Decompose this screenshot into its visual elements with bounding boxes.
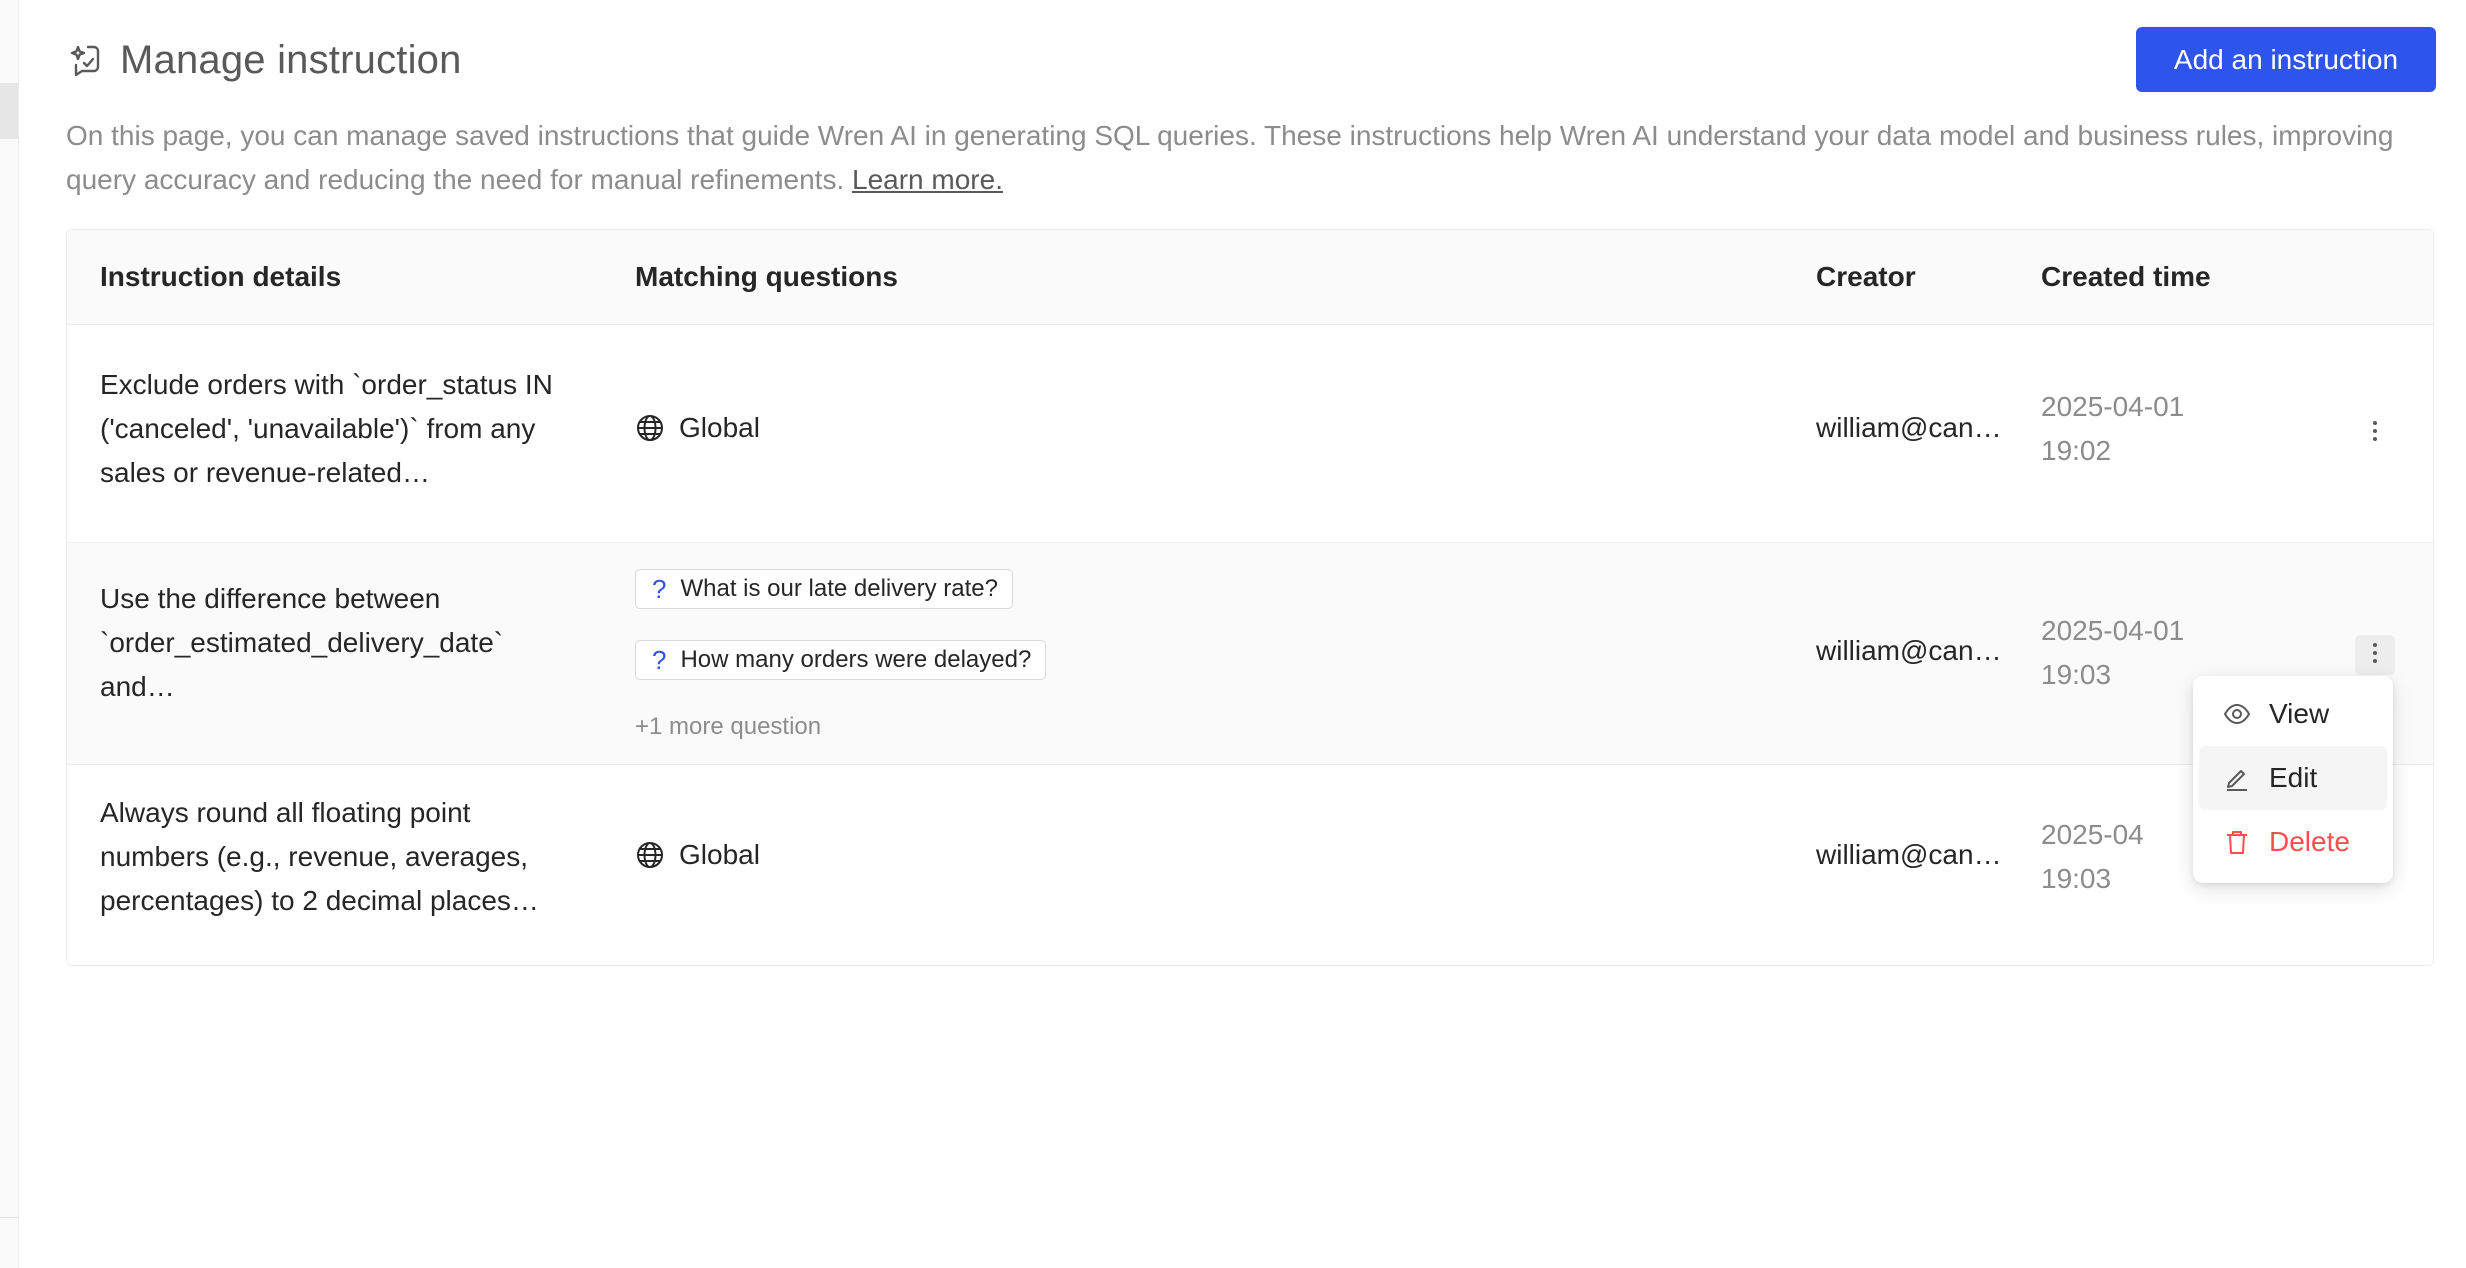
table-header: Instruction details Matching questions C… [67,230,2433,325]
created-clock: 19:02 [2041,435,2112,466]
menu-item-view[interactable]: View [2199,682,2387,746]
question-mark-icon: ? [652,644,667,675]
question-text: What is our late delivery rate? [680,575,998,602]
created-date: 2025-04-01 [2041,391,2185,422]
created-clock: 19:03 [2041,659,2112,690]
question-text: How many orders were delayed? [680,646,1032,673]
matching-question-tag[interactable]: ? What is our late delivery rate? [635,569,1013,609]
page-description-text: On this page, you can manage saved instr… [66,120,2394,195]
more-vertical-icon [2372,420,2378,447]
page-header: Manage instruction [66,28,462,92]
row-actions-button[interactable] [2355,413,2395,453]
table-row[interactable]: Always round all floating point numbers … [67,765,2433,965]
left-sidebar-rail [0,0,19,1268]
row-actions-button[interactable] [2355,635,2395,675]
creator-email: william@can… [1816,635,2002,666]
more-vertical-icon [2372,642,2378,669]
column-header-created-time[interactable]: Created time [2041,230,2211,324]
menu-item-delete[interactable]: Delete [2199,810,2387,874]
menu-item-label: Delete [2269,826,2350,857]
creator-email: william@can… [1816,839,2002,870]
created-time: 2025-04-01 19:03 [2041,609,2184,697]
scope-label: Global [679,839,760,870]
add-instruction-button[interactable]: Add an instruction [2136,27,2436,92]
table-row[interactable]: Exclude orders with `order_status IN ('c… [67,324,2433,543]
trash-icon [2223,828,2251,856]
page-title: Manage instruction [120,37,462,82]
menu-item-label: Edit [2269,762,2318,793]
instructions-table: Instruction details Matching questions C… [66,229,2434,966]
instruction-details: Always round all floating point numbers … [100,797,539,916]
column-header-details[interactable]: Instruction details [100,230,341,324]
question-mark-icon: ? [652,573,667,604]
matching-scope: Global [635,839,760,871]
created-time: 2025-04-01 19:02 [2041,385,2184,473]
eye-icon [2223,700,2251,728]
created-time: 2025-04 19:03 [2041,813,2144,901]
globe-icon [635,413,665,443]
matching-question-tag[interactable]: ? How many orders were delayed? [635,640,1047,680]
menu-item-edit[interactable]: Edit [2199,746,2387,810]
more-questions-link[interactable]: +1 more question [635,713,821,741]
row-actions-menu: View Edit Delete [2193,676,2393,883]
page-description: On this page, you can manage saved instr… [66,114,2396,202]
created-clock: 19:03 [2041,863,2112,894]
created-date: 2025-04-01 [2041,615,2185,646]
menu-item-label: View [2269,698,2330,729]
created-date: 2025-04 [2041,819,2144,850]
globe-icon [635,840,665,870]
scope-label: Global [679,412,760,443]
sidebar-active-marker [0,83,18,139]
pencil-icon [2223,764,2251,792]
matching-scope: Global [635,412,760,444]
column-header-questions[interactable]: Matching questions [635,230,898,324]
table-row[interactable]: Use the difference between `order_estima… [67,543,2433,765]
creator-email: william@can… [1816,412,2002,443]
instruction-details: Exclude orders with `order_status IN ('c… [100,369,553,488]
instruction-sparkle-icon [66,41,104,79]
learn-more-link[interactable]: Learn more. [852,164,1003,195]
instruction-details: Use the difference between `order_estima… [100,583,504,702]
sidebar-divider [0,1217,18,1218]
column-header-creator[interactable]: Creator [1816,230,1916,324]
